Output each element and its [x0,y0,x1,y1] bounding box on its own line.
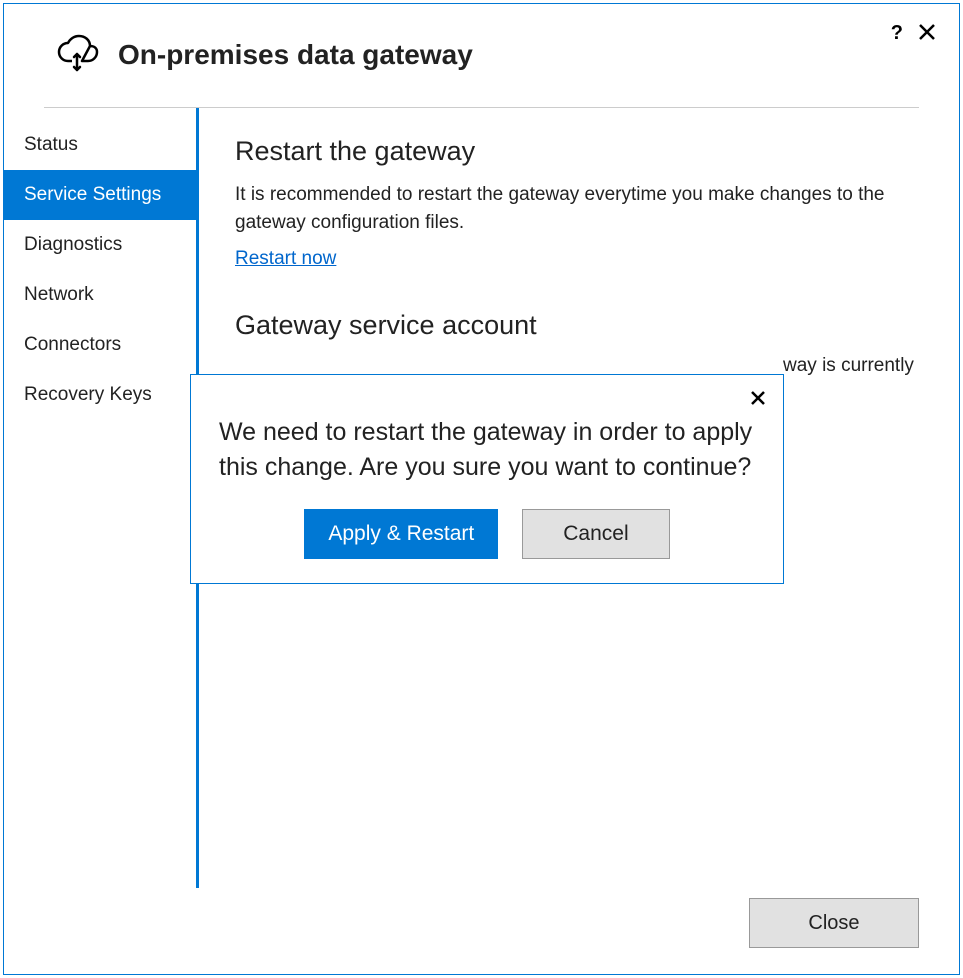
close-button[interactable]: Close [749,898,919,948]
sidebar-item-label: Connectors [24,334,121,355]
sidebar: Status Service Settings Diagnostics Netw… [4,108,196,888]
footer: Close [749,898,919,948]
sidebar-item-label: Service Settings [24,184,161,205]
sidebar-item-label: Recovery Keys [24,384,152,405]
sidebar-item-label: Diagnostics [24,234,122,255]
window-close-icon[interactable] [919,24,935,43]
restart-now-link[interactable]: Restart now [235,248,336,269]
cloud-gateway-icon [54,32,100,77]
help-icon[interactable]: ? [891,22,903,45]
app-window: On-premises data gateway ? Status Servic… [3,3,960,975]
cancel-button[interactable]: Cancel [522,509,669,559]
modal-message: We need to restart the gateway in order … [219,415,755,485]
sidebar-item-connectors[interactable]: Connectors [4,320,196,370]
page-title: On-premises data gateway [118,39,473,71]
confirm-modal: We need to restart the gateway in order … [190,374,784,584]
sidebar-item-network[interactable]: Network [4,270,196,320]
sidebar-item-label: Status [24,134,78,155]
sidebar-item-service-settings[interactable]: Service Settings [4,170,196,220]
restart-section-text: It is recommended to restart the gateway… [235,181,919,236]
sidebar-item-diagnostics[interactable]: Diagnostics [4,220,196,270]
modal-buttons: Apply & Restart Cancel [219,509,755,559]
service-account-partial-text: way is currently [783,355,914,377]
restart-section-title: Restart the gateway [235,136,919,167]
sidebar-item-label: Network [24,284,94,305]
modal-close-icon[interactable] [751,389,765,410]
service-account-section-title: Gateway service account [235,310,919,341]
titlebar: On-premises data gateway ? [4,4,959,97]
apply-restart-button[interactable]: Apply & Restart [304,509,498,559]
sidebar-item-status[interactable]: Status [4,120,196,170]
sidebar-item-recovery-keys[interactable]: Recovery Keys [4,370,196,420]
